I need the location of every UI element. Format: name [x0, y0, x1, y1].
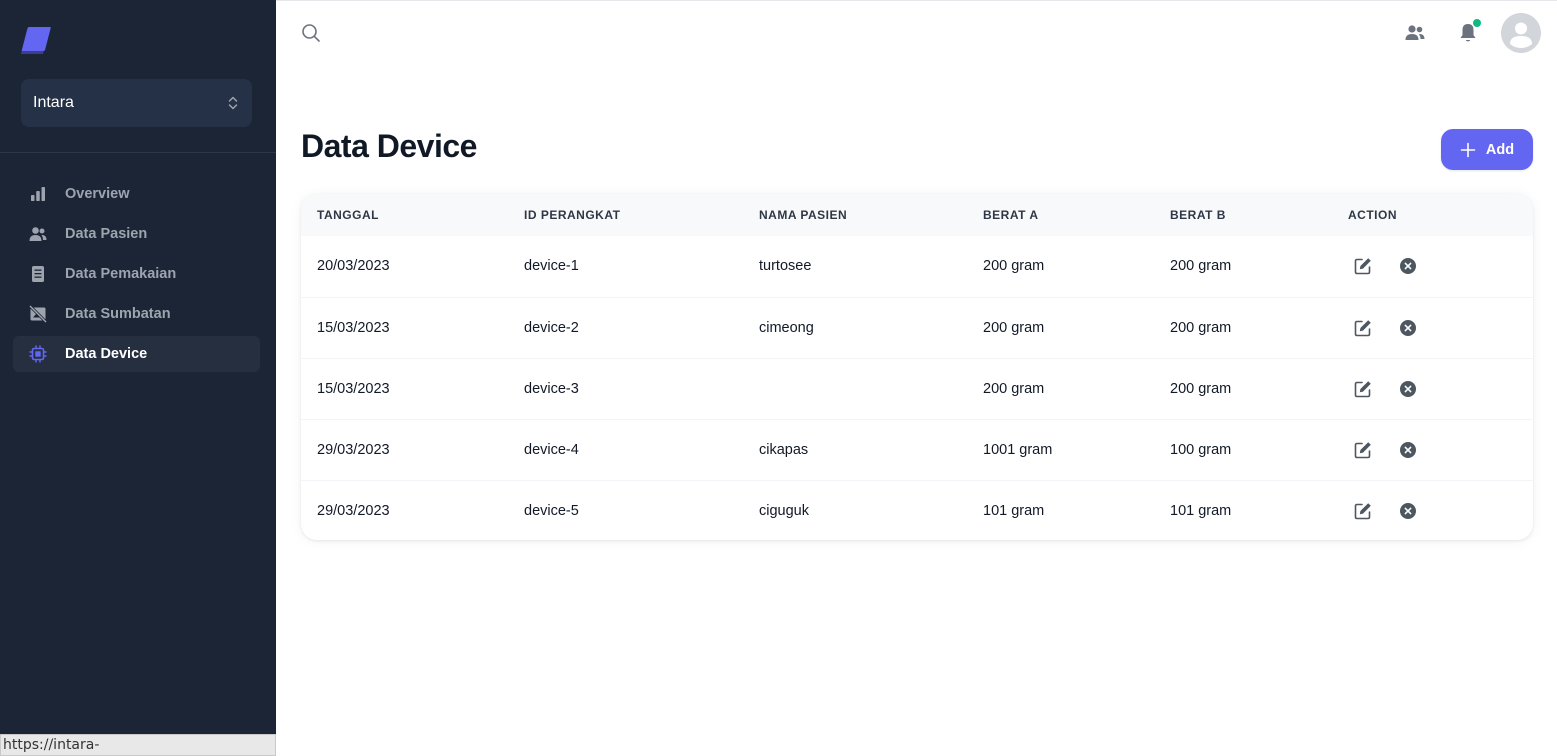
- column-header-nama-pasien: NAMA PASIEN: [759, 208, 848, 222]
- bar-chart-icon: [29, 185, 47, 203]
- column-header-tanggal: TANGGAL: [317, 208, 379, 222]
- column-header-action: ACTION: [1348, 208, 1397, 222]
- sidebar-item-label: Data Pasien: [65, 226, 148, 242]
- cell-id-perangkat: device-1: [524, 258, 579, 274]
- device-table: TANGGAL ID PERANGKAT NAMA PASIEN BERAT A…: [301, 194, 1533, 540]
- edit-icon[interactable]: [1353, 318, 1373, 338]
- table-header: TANGGAL ID PERANGKAT NAMA PASIEN BERAT A…: [301, 194, 1533, 236]
- cell-nama-pasien: cimeong: [759, 320, 814, 336]
- delete-icon[interactable]: [1399, 441, 1417, 459]
- cell-berat-b: 101 gram: [1170, 503, 1232, 519]
- topbar-border: [276, 0, 1557, 1]
- table-row: 15/03/2023 device-2 cimeong 200 gram 200…: [301, 297, 1533, 358]
- sidebar-item-label: Data Pemakaian: [65, 266, 177, 282]
- chevron-up-down-icon: [226, 94, 240, 112]
- cell-id-perangkat: device-2: [524, 320, 579, 336]
- add-button-label: Add: [1485, 141, 1515, 158]
- add-button[interactable]: Add: [1441, 129, 1533, 170]
- app-logo[interactable]: [20, 24, 52, 56]
- org-name: Intara: [33, 94, 74, 111]
- org-selector[interactable]: Intara: [21, 79, 252, 127]
- cell-berat-a: 200 gram: [983, 258, 1045, 274]
- column-header-berat-b: BERAT B: [1170, 208, 1226, 222]
- contacts-icon[interactable]: [1403, 21, 1427, 45]
- delete-icon[interactable]: [1399, 257, 1417, 275]
- sidebar-item-data-pasien[interactable]: Data Pasien: [13, 216, 260, 252]
- users-icon: [29, 225, 47, 243]
- edit-icon[interactable]: [1353, 440, 1373, 460]
- cell-berat-a: 101 gram: [983, 503, 1045, 519]
- page-title: Data Device: [301, 128, 477, 164]
- cell-berat-b: 200 gram: [1170, 381, 1232, 397]
- sidebar-item-label: Data Sumbatan: [65, 306, 171, 322]
- cell-berat-b: 100 gram: [1170, 442, 1232, 458]
- no-image-icon: [29, 305, 47, 323]
- receipt-icon: [29, 265, 47, 283]
- cell-berat-a: 1001 gram: [983, 442, 1053, 458]
- sidebar-item-label: Data Device: [65, 346, 148, 362]
- sidebar-nav: Overview Data Pasien Data Pemakaian Data…: [13, 176, 260, 376]
- cell-berat-a: 200 gram: [983, 381, 1045, 397]
- cell-tanggal: 20/03/2023: [317, 258, 390, 274]
- cell-berat-a: 200 gram: [983, 320, 1045, 336]
- cell-nama-pasien: cikapas: [759, 442, 809, 458]
- cell-berat-b: 200 gram: [1170, 320, 1232, 336]
- delete-icon[interactable]: [1399, 380, 1417, 398]
- cell-tanggal: 29/03/2023: [317, 503, 390, 519]
- column-header-berat-a: BERAT A: [983, 208, 1039, 222]
- sidebar-item-data-sumbatan[interactable]: Data Sumbatan: [13, 296, 260, 332]
- delete-icon[interactable]: [1399, 319, 1417, 337]
- cell-berat-b: 200 gram: [1170, 258, 1232, 274]
- cell-id-perangkat: device-4: [524, 442, 579, 458]
- cell-id-perangkat: device-5: [524, 503, 579, 519]
- status-bar-url: https://intara-iot.vercel.app/perangkat: [0, 734, 276, 756]
- table-row: 20/03/2023 device-1 turtosee 200 gram 20…: [301, 236, 1533, 297]
- plus-icon: [1460, 142, 1476, 158]
- sidebar-item-overview[interactable]: Overview: [13, 176, 260, 212]
- avatar[interactable]: [1501, 13, 1541, 53]
- edit-icon[interactable]: [1353, 379, 1373, 399]
- table-body: 20/03/2023 device-1 turtosee 200 gram 20…: [301, 236, 1533, 540]
- sidebar-item-data-pemakaian[interactable]: Data Pemakaian: [13, 256, 260, 292]
- cell-nama-pasien: turtosee: [759, 258, 812, 274]
- edit-icon[interactable]: [1353, 256, 1373, 276]
- chip-icon: [29, 345, 47, 363]
- search-icon[interactable]: [300, 22, 322, 44]
- table-row: 15/03/2023 device-3 200 gram 200 gram: [301, 358, 1533, 419]
- cell-id-perangkat: device-3: [524, 381, 579, 397]
- cell-tanggal: 29/03/2023: [317, 442, 390, 458]
- notification-status-dot: [1473, 19, 1481, 27]
- delete-icon[interactable]: [1399, 502, 1417, 520]
- sidebar: Intara Overview Data Pasien Data Pemakai…: [0, 0, 276, 756]
- cell-tanggal: 15/03/2023: [317, 320, 390, 336]
- edit-icon[interactable]: [1353, 501, 1373, 521]
- sidebar-divider: [0, 152, 276, 153]
- sidebar-item-label: Overview: [65, 186, 130, 202]
- cell-nama-pasien: ciguguk: [759, 503, 809, 519]
- table-row: 29/03/2023 device-5 ciguguk 101 gram 101…: [301, 480, 1533, 540]
- column-header-id-perangkat: ID PERANGKAT: [524, 208, 621, 222]
- table-row: 29/03/2023 device-4 cikapas 1001 gram 10…: [301, 419, 1533, 480]
- cell-tanggal: 15/03/2023: [317, 381, 390, 397]
- sidebar-item-data-device[interactable]: Data Device: [13, 336, 260, 372]
